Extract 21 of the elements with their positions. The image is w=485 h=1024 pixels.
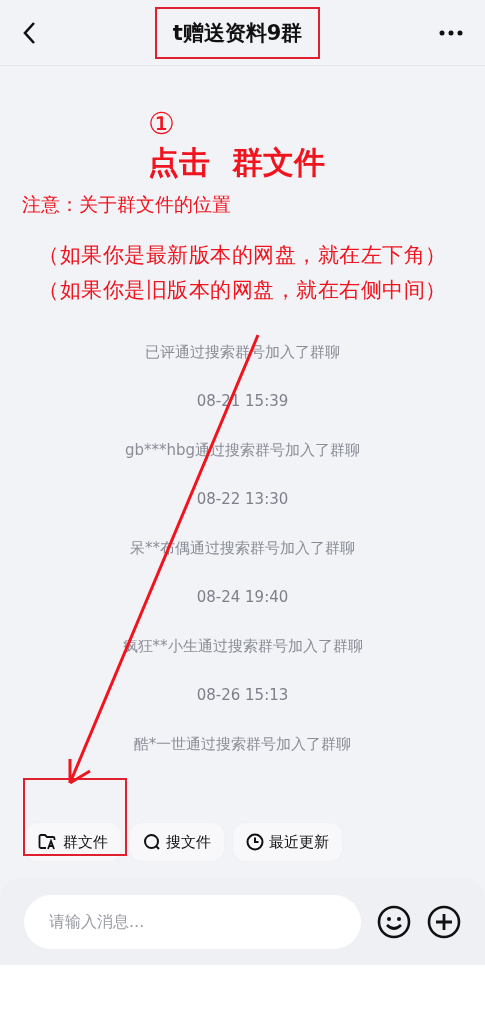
timestamp: 08-26 15:13 <box>196 685 289 705</box>
quick-action-button[interactable]: 最近更新 <box>233 823 342 861</box>
hint-text: （如果你是旧版本的网盘，就在右侧中间） <box>38 277 447 304</box>
back-icon[interactable] <box>22 20 36 45</box>
add-icon[interactable] <box>427 904 461 939</box>
timestamp: 08-24 19:40 <box>196 587 289 607</box>
instruction-text: 点击 群文件 <box>148 143 325 182</box>
clock-icon <box>246 833 264 851</box>
folder-icon <box>38 833 58 851</box>
note-text: 注意：关于群文件的位置 <box>22 192 231 217</box>
hint-text: （如果你是最新版本的网盘，就在左下角） <box>38 242 447 269</box>
chat-title: t赠送资料9群 <box>154 6 321 59</box>
system-notice: 酷*一世通过搜索群号加入了群聊 <box>133 734 352 754</box>
quick-action-button[interactable]: 群文件 <box>25 823 121 861</box>
search-icon <box>143 833 161 851</box>
message-input[interactable]: 请输入消息... <box>24 894 361 949</box>
timestamp: 08-22 13:30 <box>196 489 289 509</box>
more-icon[interactable] <box>439 29 463 36</box>
emoji-icon[interactable] <box>377 904 411 939</box>
step-number: ① <box>148 106 175 142</box>
quick-action-button[interactable]: 搜文件 <box>130 823 224 861</box>
